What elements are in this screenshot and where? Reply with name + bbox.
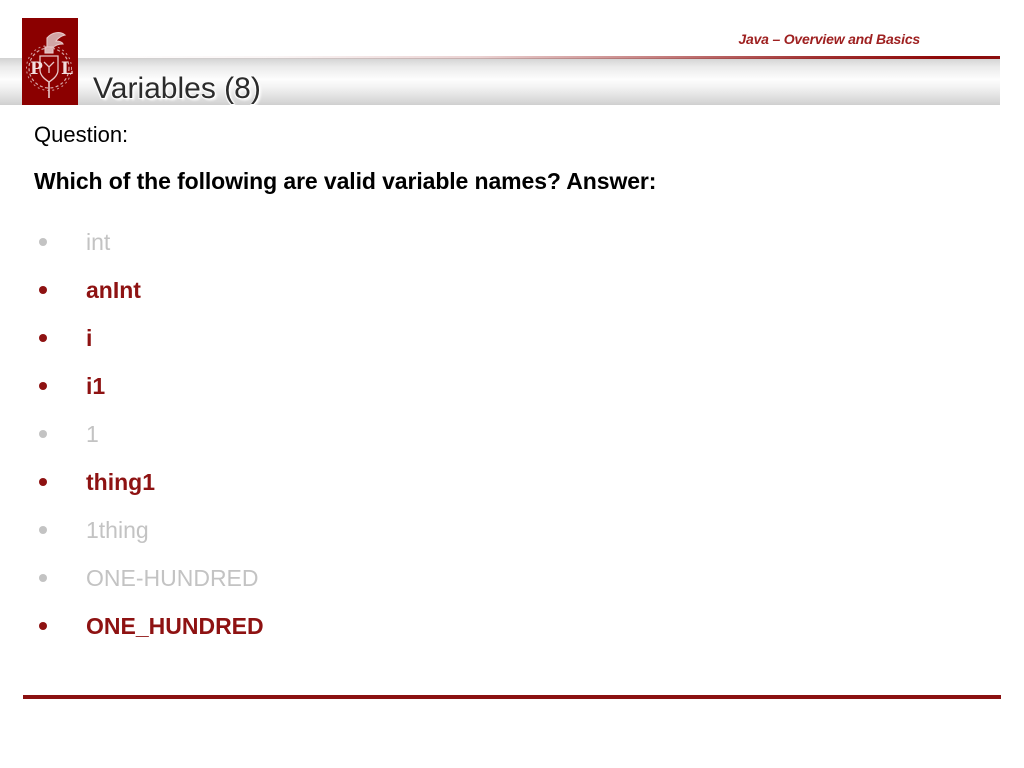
bullet-icon	[39, 430, 47, 438]
answer-item-label: 1	[86, 421, 99, 447]
slide: Java – Overview and Basics P L Variables…	[0, 0, 1024, 768]
slide-title: Variables (8)	[93, 72, 261, 105]
bullet-icon	[39, 286, 47, 294]
bullet-icon	[39, 478, 47, 486]
answer-item-label: thing1	[86, 469, 155, 495]
answer-item-label: ONE_HUNDRED	[86, 613, 264, 639]
answer-list: int anInt i i1 1 thing1 1thing ONE-HUNDRED ONE_H…	[0, 218, 600, 650]
answer-item: thing1	[0, 458, 600, 506]
answer-item: ONE_HUNDRED	[0, 602, 600, 650]
answer-item: int	[0, 218, 600, 266]
bullet-icon	[39, 238, 47, 246]
bullet-icon	[39, 574, 47, 582]
answer-item: i	[0, 314, 600, 362]
answer-item: ONE-HUNDRED	[0, 554, 600, 602]
header-divider-rule	[70, 56, 1000, 59]
footer-divider-rule	[23, 695, 1001, 699]
answer-item: i1	[0, 362, 600, 410]
header-subtitle: Java – Overview and Basics	[738, 31, 920, 47]
answer-item-label: i1	[86, 373, 106, 399]
bullet-icon	[39, 334, 47, 342]
answer-item-label: 1thing	[86, 517, 149, 543]
bullet-icon	[39, 622, 47, 630]
svg-text:L: L	[61, 59, 73, 79]
answer-item: 1	[0, 410, 600, 458]
question-text: Which of the following are valid variabl…	[34, 168, 657, 194]
answer-item: 1thing	[0, 506, 600, 554]
answer-item-label: ONE-HUNDRED	[86, 565, 259, 591]
answer-item-label: anInt	[86, 277, 141, 303]
svg-text:P: P	[30, 59, 43, 79]
answer-item: anInt	[0, 266, 600, 314]
bullet-icon	[39, 526, 47, 534]
answer-item-label: int	[86, 229, 111, 255]
answer-item-label: i	[86, 325, 93, 351]
lodz-university-logo: P L	[22, 18, 78, 105]
bullet-icon	[39, 382, 47, 390]
question-label: Question:	[34, 122, 129, 147]
